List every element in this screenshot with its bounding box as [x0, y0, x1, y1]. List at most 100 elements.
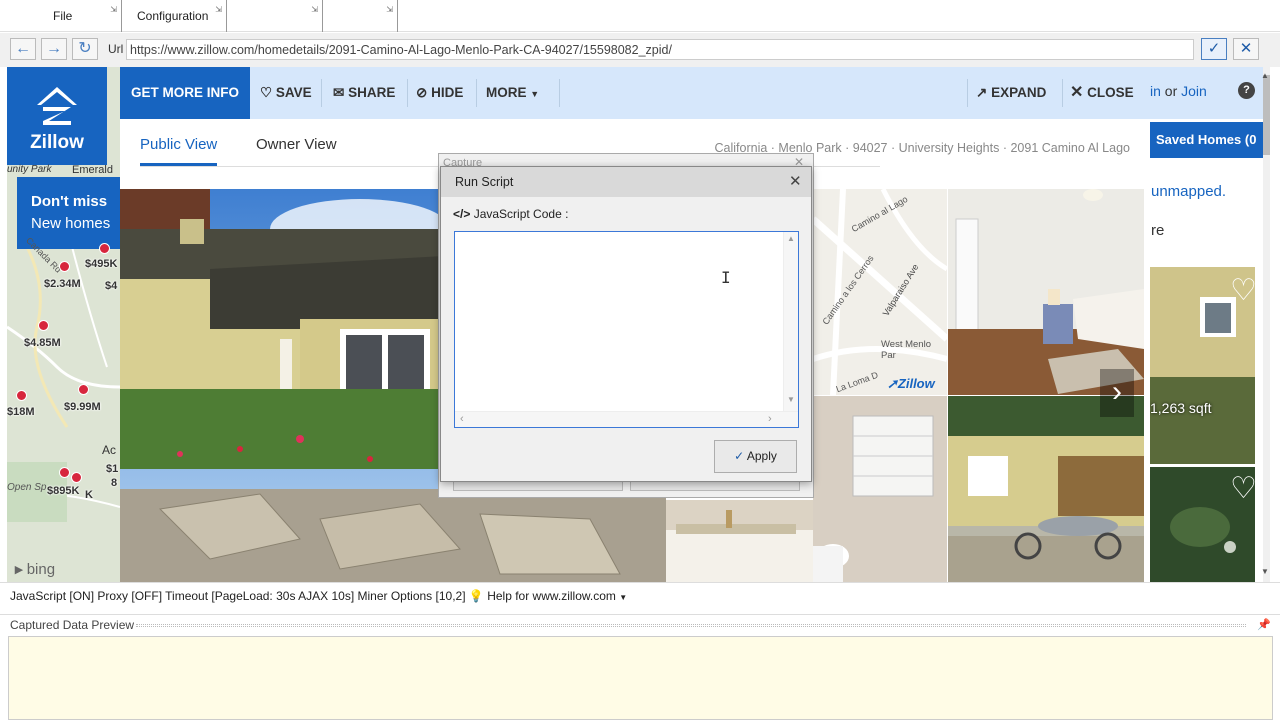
map-price[interactable]: $9.99M — [64, 401, 101, 413]
map-pin[interactable] — [16, 390, 27, 401]
map-price[interactable]: $18M — [7, 406, 35, 418]
caret-down-icon[interactable]: ▼ — [619, 593, 627, 602]
menu-tab-4[interactable]: ⇲ — [323, 0, 398, 32]
join-link[interactable]: Join — [1181, 83, 1207, 99]
bedroom-image — [948, 189, 1144, 395]
scroll-down-icon[interactable]: ▼ — [1261, 567, 1269, 576]
bathroom-window-photo[interactable] — [813, 396, 947, 582]
close-icon[interactable]: ✕ — [789, 172, 802, 190]
scroll-down-icon[interactable]: ▼ — [787, 395, 795, 404]
map-price[interactable]: 8 — [111, 477, 117, 489]
menu-configuration[interactable]: Configuration ⇲ — [122, 0, 227, 32]
menu-expand-icon: ⇲ — [311, 5, 318, 14]
external-link-icon: ↗ — [976, 85, 988, 100]
help-icon[interactable]: ? — [1238, 82, 1255, 99]
apply-button[interactable]: ✓ Apply — [714, 440, 797, 473]
scrollbar-thumb[interactable] — [1263, 75, 1270, 155]
forward-button[interactable]: → — [41, 38, 67, 60]
search-map[interactable]: Zillow unity Park Emerald Don't miss New… — [7, 67, 120, 582]
close-icon: ✕ — [1070, 84, 1084, 101]
panel-grip[interactable] — [136, 624, 1246, 627]
help-link[interactable]: Help for www.zillow.com — [487, 589, 616, 603]
scroll-right-icon[interactable]: › — [768, 413, 772, 425]
get-more-info-button[interactable]: GET MORE INFO — [120, 67, 250, 119]
or-text: or — [1164, 83, 1178, 99]
scroll-up-icon[interactable]: ▲ — [1261, 71, 1269, 80]
side-aerial-photo[interactable]: ♡ — [1150, 467, 1255, 582]
hide-button[interactable]: ⊘ HIDE — [416, 67, 463, 119]
next-photo-button[interactable]: › — [1100, 369, 1134, 417]
javascript-code-editor[interactable]: ▲ ▼ ‹ › — [454, 231, 799, 428]
more-button[interactable]: MORE ▼ — [486, 67, 539, 119]
map-price[interactable]: $895K — [47, 485, 79, 497]
status-text: JavaScript [ON] Proxy [OFF] Timeout [Pag… — [10, 589, 466, 603]
close-label: CLOSE — [1087, 85, 1134, 100]
map-price[interactable]: $2.34M — [44, 278, 81, 290]
zillow-mini-icon: ➚ — [887, 376, 898, 391]
street-label: West Menlo Par — [881, 339, 931, 361]
run-script-titlebar: Run Script ✕ — [441, 167, 811, 197]
tab-owner-view[interactable]: Owner View — [256, 136, 337, 153]
bing-logo: ▸ bing — [15, 560, 55, 578]
run-script-dialog: Run Script ✕ </> JavaScript Code : ▲ ▼ ‹… — [440, 166, 812, 482]
heart-icon[interactable]: ♡ — [1230, 273, 1255, 308]
hide-label: HIDE — [431, 85, 464, 100]
menu-tab-3[interactable]: ⇲ — [227, 0, 323, 32]
refresh-button[interactable]: ↻ — [72, 38, 98, 60]
saved-homes-tab[interactable]: Saved Homes (0 — [1150, 122, 1270, 158]
expand-button[interactable]: ↗ EXPAND — [976, 67, 1046, 119]
captured-data-preview-area[interactable] — [8, 636, 1273, 720]
zillow-logo[interactable]: Zillow — [7, 67, 107, 165]
expand-label: EXPAND — [991, 85, 1047, 100]
save-label: SAVE — [275, 85, 312, 100]
map-pin[interactable] — [99, 243, 110, 254]
alert-banner-line2: New homes — [31, 215, 111, 232]
menu-configuration-label: Configuration — [137, 9, 209, 23]
map-price[interactable]: $4 — [105, 280, 117, 292]
map-price[interactable]: $495K — [85, 258, 117, 270]
scroll-up-icon[interactable]: ▲ — [787, 234, 795, 243]
menu-file[interactable]: File ⇲ — [0, 0, 122, 32]
map-pin[interactable] — [59, 467, 70, 478]
captured-data-preview-header: Captured Data Preview 📌 — [0, 614, 1280, 636]
javascript-code-label: </> JavaScript Code : — [453, 207, 568, 221]
lightbulb-icon: 💡 — [468, 589, 484, 603]
street-map-image — [813, 189, 947, 395]
map-price[interactable]: $4.85M — [24, 337, 61, 349]
patio-photo[interactable] — [948, 396, 1144, 582]
map-pin[interactable] — [78, 384, 89, 395]
captured-data-preview-title: Captured Data Preview — [10, 618, 135, 632]
tab-public-view[interactable]: Public View — [140, 136, 218, 166]
close-listing-button[interactable]: ✕ CLOSE — [1070, 67, 1134, 119]
block-icon: ⊘ — [416, 85, 428, 100]
map-pin[interactable] — [38, 320, 49, 331]
bedroom-photo[interactable] — [948, 189, 1144, 395]
map-price[interactable]: K — [85, 489, 93, 501]
share-button[interactable]: ✉ SHARE — [333, 67, 395, 119]
editor-horizontal-scrollbar[interactable]: ‹ › — [455, 411, 798, 427]
bathroom-vanity-photo[interactable] — [666, 500, 813, 582]
address-bar: ← → ↻ Url ✓ ✕ — [0, 33, 1280, 67]
sign-in-link[interactable]: in — [1150, 83, 1161, 99]
right-panel: in or Join ? Saved Homes (0 unmapped. re… — [1150, 67, 1270, 582]
map-price[interactable]: $1 — [106, 463, 118, 475]
listing-action-bar: GET MORE INFO ♡ SAVE ✉ SHARE ⊘ HIDE MORE… — [120, 67, 1150, 119]
unmapped-text: unmapped. — [1151, 183, 1227, 200]
map-place-ac: Ac — [102, 443, 117, 457]
save-button[interactable]: ♡ SAVE — [260, 67, 312, 119]
page-scrollbar[interactable] — [1263, 67, 1270, 582]
back-button[interactable]: ← — [10, 38, 36, 60]
heart-icon[interactable]: ♡ — [1230, 471, 1255, 506]
editor-vertical-scrollbar[interactable]: ▲ ▼ — [783, 232, 798, 411]
url-input[interactable] — [126, 39, 1194, 60]
pin-icon[interactable]: 📌 — [1257, 615, 1271, 635]
scroll-left-icon[interactable]: ‹ — [460, 413, 464, 425]
map-pin[interactable] — [59, 261, 70, 272]
map-pin[interactable] — [71, 472, 82, 483]
stop-button[interactable]: ✕ — [1233, 38, 1259, 60]
check-icon: ✓ — [734, 449, 745, 463]
side-house-photo[interactable]: ♡ 1,263 sqft — [1150, 267, 1255, 464]
chevron-right-icon: › — [1112, 375, 1122, 408]
go-button[interactable]: ✓ — [1201, 38, 1227, 60]
street-map-thumbnail[interactable]: Camino al Lago Camino a los Cerros Valpa… — [813, 189, 947, 395]
